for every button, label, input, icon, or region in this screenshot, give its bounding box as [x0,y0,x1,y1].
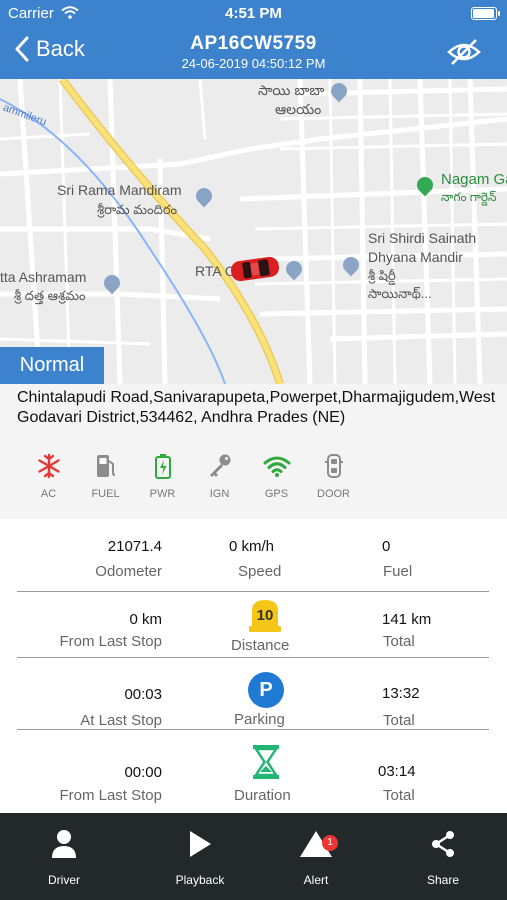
page-subtitle: 24-06-2019 04:50:12 PM [181,56,326,71]
wifi-icon [263,456,290,477]
distance-total-value: 141 km [382,611,432,628]
battery-icon [154,454,171,479]
sensor-label: PWR [149,488,176,500]
sensor-label: AC [40,488,57,500]
map-label-ashram-te: శ్రీ దత్త ఆశ్రమం [14,288,86,303]
snowflake-icon [37,453,60,479]
key-icon [209,454,230,477]
status-badge[interactable]: Normal [0,347,104,384]
map-view[interactable]: ammileru సాయి బాబా ఆలయం Nagam Ga నాగం గా… [0,79,507,384]
map-label-nagam-te: నాగం గార్డెన్ [441,190,497,204]
hourglass-icon [253,745,279,779]
distance-last-stop-value: 0 km [129,611,162,628]
odometer-value: 21071.4 [107,538,162,555]
speed-label: Speed [238,563,282,580]
play-icon [190,831,211,857]
sensor-ac: AC [20,452,77,500]
page-title: AP16CW5759 [190,33,317,54]
sensor-label: IGN [209,488,230,500]
parking-last-stop-value: 00:03 [124,686,162,703]
odometer-label: Odometer [95,563,162,580]
sensor-ignition: IGN [191,452,248,500]
map-label-shirdi-te-2: సాయినాథ్... [368,286,432,301]
distance-total-label: Total [383,633,415,650]
speed-value: 0 km/h [229,538,275,555]
parking-icon: P [248,672,284,708]
vehicle-info-panel: Chintalapudi Road,Sanivarapupeta,Powerpe… [0,384,507,519]
stats-row-duration: 00:00 From Last Stop Duration 03:14 Tota… [17,729,489,804]
map-label-ashram: tta Ashramam [0,269,87,285]
distance-badge-icon: 10 [248,597,282,633]
sensor-door: DOOR [305,452,362,500]
map-label-shirdi-2: Dhyana Mandir [368,249,463,265]
tab-playback-label: Playback [175,873,225,887]
tab-share-label: Share [426,873,460,887]
tab-alert[interactable]: 1 Alert [276,827,356,887]
map-label-shirdi-te: శ్రీ షిర్డీ [368,268,396,283]
car-door-icon [324,454,343,478]
battery-icon [471,7,500,20]
duration-total-label: Total [383,787,415,804]
parking-total-label: Total [383,712,415,729]
eye-off-icon [447,39,481,65]
hide-eye-button[interactable] [447,38,481,71]
stats-row-parking: 00:03 At Last Stop P Parking 13:32 Total [17,657,489,730]
sensor-power: PWR [134,452,191,500]
duration-label: Duration [234,787,291,804]
parking-last-stop-label: At Last Stop [80,712,162,729]
map-label-shirdi: Sri Shirdi Sainath [368,230,477,246]
bottom-tab-bar: Driver Playback 1 Alert Share [0,813,507,900]
sensor-strip: AC FUEL PWR IGN GPS DOOR [20,452,362,500]
distance-label: Distance [231,637,290,654]
tab-share[interactable]: Share [403,827,483,887]
alert-count-badge: 1 [322,835,338,851]
driver-person-icon [52,830,76,858]
stats-row-distance: 0 km From Last Stop 10 Distance 141 km T… [17,585,489,658]
stats-row-odometer: 21071.4 Odometer 0 km/h Speed 0 Fuel [17,519,489,592]
status-time: 4:51 PM [225,5,282,22]
map-label-sai-baba: సాయి బాబా [258,82,325,98]
share-icon [432,831,454,857]
duration-last-stop-label: From Last Stop [59,787,162,804]
map-label-rama: Sri Rama Mandiram [57,182,182,198]
fuel-label: Fuel [383,563,413,580]
tab-driver-label: Driver [48,873,80,887]
sensor-gps: GPS [248,452,305,500]
vehicle-address: Chintalapudi Road,Sanivarapupeta,Powerpe… [17,389,496,426]
nav-bar: Back AP16CW5759 24-06-2019 04:50:12 PM [0,26,507,79]
duration-last-stop-value: 00:00 [124,764,162,781]
sensor-label: FUEL [91,488,120,500]
trip-stats: 21071.4 Odometer 0 km/h Speed 0 Fuel 0 k… [0,519,507,813]
map-label-rama-te: శ్రీరామ మందిరం [97,202,178,217]
parking-label: Parking [234,711,285,728]
tab-playback[interactable]: Playback [160,827,240,887]
sensor-label: GPS [264,488,289,500]
duration-total-value: 03:14 [378,763,416,780]
map-label-sai-baba-2: ఆలయం [275,101,322,117]
sensor-label: DOOR [317,488,350,500]
parking-total-value: 13:32 [382,685,420,702]
tab-alert-label: Alert [303,873,329,887]
sensor-fuel: FUEL [77,452,134,500]
distance-badge-value: 10 [256,607,274,624]
fuel-value: 0 [382,538,391,555]
distance-last-stop-label: From Last Stop [59,633,162,650]
status-bar: Carrier 4:51 PM [0,0,507,26]
fuel-pump-icon [96,455,115,477]
map-label-nagam: Nagam Ga [441,171,507,188]
tab-driver[interactable]: Driver [24,827,104,887]
